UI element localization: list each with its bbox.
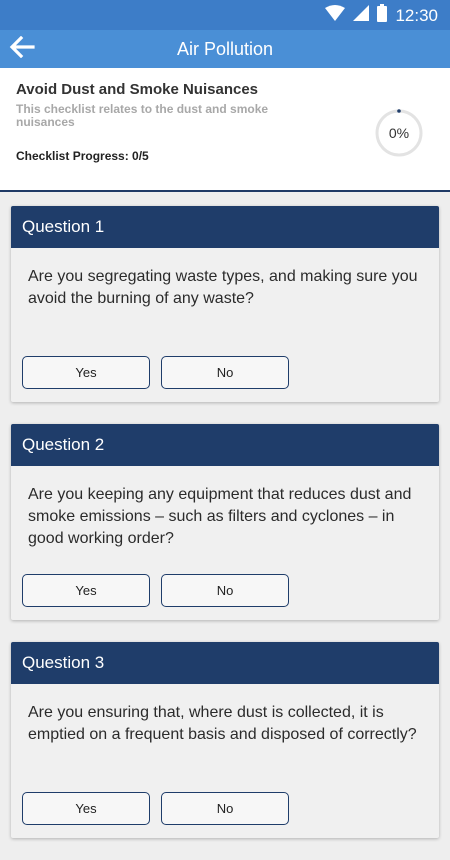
question-text: Are you segregating waste types, and mak… (28, 268, 418, 307)
status-time: 12:30 (395, 5, 438, 25)
question-text: Are you keeping any equipment that reduc… (28, 486, 412, 547)
yes-button[interactable]: Yes (22, 356, 150, 389)
answer-buttons: Yes No (11, 772, 439, 838)
app-title: Air Pollution (176, 39, 274, 59)
answer-buttons: Yes No (11, 336, 439, 402)
checklist-header: Avoid Dust and Smoke Nuisances This chec… (0, 68, 450, 192)
no-button[interactable]: No (161, 574, 289, 607)
yes-button[interactable]: Yes (22, 574, 150, 607)
question-card: Question 1 Are you segregating waste typ… (11, 206, 439, 402)
battery-icon (377, 4, 388, 27)
question-list: Question 1 Are you segregating waste typ… (11, 206, 439, 860)
progress-percent: 0% (388, 125, 410, 141)
status-bar: 12:30 (0, 0, 450, 30)
question-header: Question 1 (11, 206, 439, 248)
checklist-title: Avoid Dust and Smoke Nuisances (16, 81, 259, 98)
question-text: Are you ensuring that, where dust is col… (28, 704, 417, 743)
wifi-icon (325, 5, 346, 26)
checklist-description: This checklist relates to the dust and s… (16, 102, 269, 129)
status-icons: 12:30 (325, 4, 438, 27)
question-card: Question 2 Are you keeping any equipment… (11, 424, 439, 620)
signal-icon (353, 5, 370, 26)
question-header: Question 2 (11, 424, 439, 466)
question-card: Question 3 Are you ensuring that, where … (11, 642, 439, 838)
checklist-progress-label: Checklist Progress: 0/5 (16, 149, 149, 163)
no-button[interactable]: No (161, 356, 289, 389)
yes-button[interactable]: Yes (22, 792, 150, 825)
no-button[interactable]: No (161, 792, 289, 825)
question-header: Question 3 (11, 642, 439, 684)
app-bar: Air Pollution (0, 30, 450, 68)
answer-buttons: Yes No (11, 554, 439, 620)
